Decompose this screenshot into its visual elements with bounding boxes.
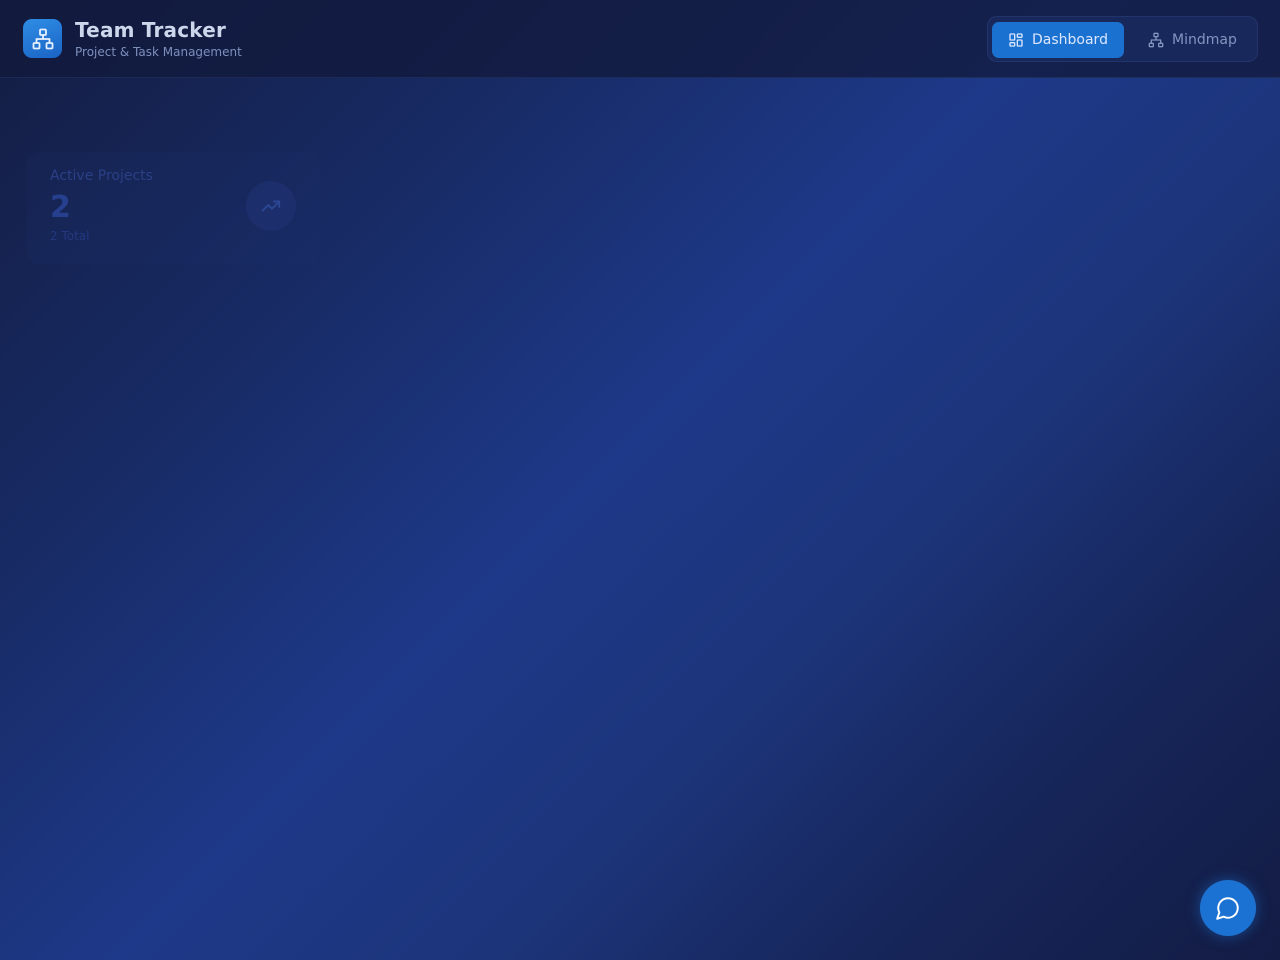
stat-subtext: 2 Total bbox=[50, 229, 90, 243]
view-switcher: Dashboard Mindmap bbox=[987, 16, 1258, 62]
dashboard-tab-label: Dashboard bbox=[1032, 32, 1108, 48]
dashboard-grid-icon bbox=[1009, 33, 1023, 47]
app-header: Team Tracker Project & Task Management D… bbox=[0, 0, 1280, 78]
app-title: Team Tracker bbox=[75, 18, 227, 42]
dashboard-tab[interactable]: Dashboard bbox=[992, 22, 1124, 58]
chat-button[interactable] bbox=[1200, 880, 1256, 936]
mindmap-tab[interactable]: Mindmap bbox=[1134, 22, 1254, 58]
app-subtitle: Project & Task Management bbox=[75, 45, 242, 59]
mindmap-tab-label: Mindmap bbox=[1172, 32, 1237, 48]
chat-bubble-icon bbox=[1216, 897, 1239, 920]
stat-value: 2 bbox=[50, 190, 71, 225]
hierarchy-icon bbox=[1148, 32, 1164, 48]
stat-icon-badge bbox=[246, 181, 296, 231]
trending-up-icon bbox=[261, 200, 281, 212]
stat-label: Active Projects bbox=[50, 168, 153, 184]
active-projects-card: Active Projects 2 2 Total bbox=[26, 152, 320, 264]
sitemap-icon bbox=[32, 28, 53, 49]
app-logo[interactable] bbox=[23, 19, 62, 58]
